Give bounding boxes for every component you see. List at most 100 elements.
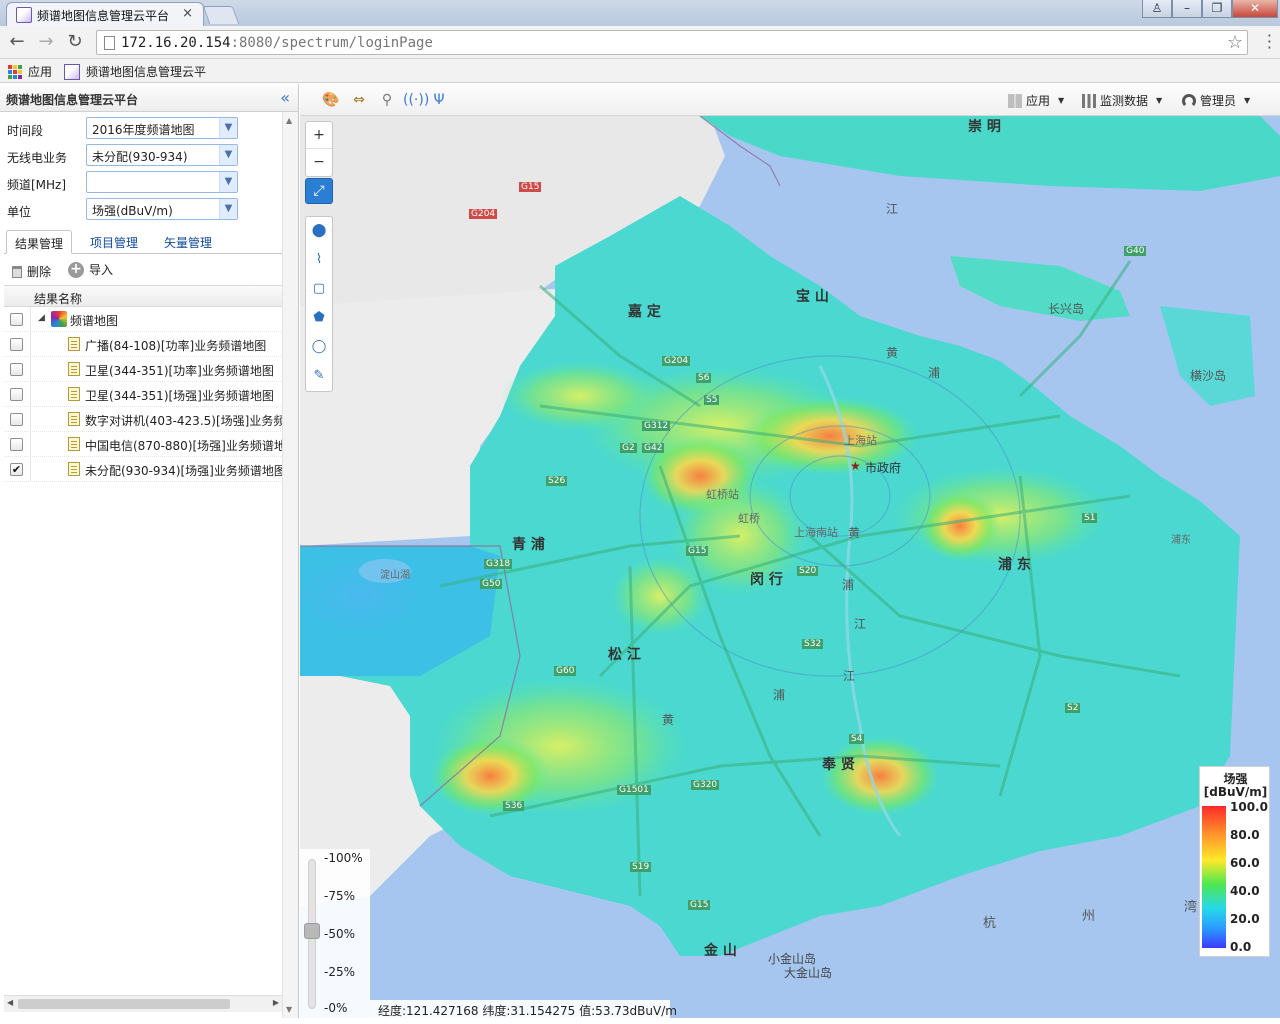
- address-bar[interactable]: 172.16.20.154:8080/spectrum/loginPage ☆: [96, 30, 1248, 55]
- browser-tab[interactable]: 频谱地图信息管理云平台 ×: [6, 2, 204, 26]
- bookmark-site[interactable]: 频谱地图信息管理云平: [64, 63, 206, 80]
- measure-icon[interactable]: ⇔: [350, 91, 368, 109]
- tree-item-label: 未分配(930-934)[场强]业务频谱地图: [85, 464, 282, 478]
- polyline-icon[interactable]: ⌇: [306, 246, 332, 275]
- apps-menu[interactable]: 应用 ▼: [1008, 92, 1064, 109]
- document-icon: [68, 462, 80, 476]
- import-button[interactable]: + 导入: [68, 261, 113, 278]
- chevron-down-icon: ▼: [1244, 96, 1251, 105]
- new-tab-button[interactable]: [202, 6, 240, 24]
- chevron-down-icon[interactable]: ▼: [219, 145, 237, 165]
- tree-root-label: 频谱地图: [70, 314, 119, 328]
- tree-item-row[interactable]: 中国电信(870-880)[场强]业务频谱地: [4, 432, 283, 457]
- search-icon[interactable]: ⚲: [378, 91, 396, 109]
- scroll-down-icon[interactable]: ▼: [286, 1005, 292, 1014]
- eraser-icon[interactable]: ✎: [306, 362, 332, 391]
- scroll-left-icon[interactable]: ◀: [7, 998, 13, 1007]
- tab-projects[interactable]: 项目管理: [82, 230, 146, 254]
- legend-value: 100.0: [1230, 800, 1268, 814]
- zoom-out-button[interactable]: −: [306, 149, 332, 176]
- legend-color-ramp: [1202, 806, 1226, 948]
- tab-close-icon[interactable]: ×: [182, 6, 193, 21]
- row-checkbox-checked[interactable]: ✔: [10, 463, 23, 476]
- row-checkbox[interactable]: [10, 413, 23, 426]
- reload-icon[interactable]: ↻: [64, 31, 86, 52]
- road-shield: S20: [797, 566, 819, 576]
- chevron-down-icon[interactable]: ▼: [219, 199, 237, 219]
- antenna-icon[interactable]: Ψ: [430, 91, 448, 109]
- row-checkbox[interactable]: [10, 313, 23, 326]
- tree-item-row[interactable]: 卫星(344-351)[功率]业务频谱地图: [4, 357, 283, 382]
- spectrum-map[interactable]: 崇 明 江 长兴岛 横沙岛 嘉 定 宝 山 青 浦 松 江 闵 行 浦 东 奉 …: [300, 116, 1280, 1018]
- filter-label: 时间段: [7, 124, 44, 138]
- signal-station-icon[interactable]: ((·)): [403, 91, 429, 109]
- road-shield: S26: [546, 476, 568, 486]
- rectangle-icon[interactable]: ▢: [306, 275, 332, 304]
- bookmark-star-icon[interactable]: ☆: [1227, 32, 1243, 53]
- scroll-thumb[interactable]: [18, 999, 230, 1009]
- delete-button[interactable]: 删除: [12, 263, 51, 280]
- back-arrow-icon[interactable]: ←: [6, 31, 28, 52]
- marker-pin-icon[interactable]: ⬤: [306, 217, 332, 246]
- scroll-up-icon[interactable]: ▲: [286, 116, 292, 125]
- period-select[interactable]: 2016年度频谱地图 ▼: [86, 117, 238, 139]
- road-shield: S4: [849, 734, 865, 744]
- tree-item-row[interactable]: 广播(84-108)[功率]业务频谱地图: [4, 332, 283, 357]
- browser-menu-icon[interactable]: · · ·: [1267, 28, 1272, 56]
- horizontal-scrollbar[interactable]: ◀ ▶: [4, 995, 283, 1012]
- close-window-button[interactable]: ✕: [1232, 0, 1278, 18]
- channel-select[interactable]: ▼: [86, 171, 238, 193]
- filter-label: 无线电业务: [7, 151, 68, 165]
- collapse-panel-icon[interactable]: «: [280, 88, 290, 107]
- tab-vectors[interactable]: 矢量管理: [156, 230, 220, 254]
- tree-root-row[interactable]: ◢ 频谱地图: [4, 307, 283, 332]
- document-icon: [68, 362, 80, 376]
- tree-item-row[interactable]: 数字对讲机(403-423.5)[场强]业务频谱: [4, 407, 283, 432]
- road-shield: G15: [519, 182, 542, 192]
- expand-toggle-icon[interactable]: ◢: [38, 313, 45, 323]
- panel-title: 频谱地图信息管理云平台: [6, 93, 139, 107]
- bar-chart-icon: [1082, 93, 1096, 108]
- opacity-handle[interactable]: [304, 923, 320, 939]
- road-shield: G318: [484, 559, 513, 569]
- service-select[interactable]: 未分配(930-934) ▼: [86, 144, 238, 166]
- restore-button[interactable]: ❐: [1202, 0, 1232, 18]
- tree-item-row[interactable]: 卫星(344-351)[场强]业务频谱地图: [4, 382, 283, 407]
- road-shield: G60: [554, 666, 577, 676]
- polygon-icon[interactable]: ⬟: [306, 304, 332, 333]
- row-checkbox[interactable]: [10, 338, 23, 351]
- circle-icon[interactable]: ◯: [306, 333, 332, 362]
- bookmark-apps[interactable]: 应用: [8, 63, 52, 80]
- panel-tabs: 结果管理 项目管理 矢量管理: [4, 226, 283, 254]
- zoom-in-button[interactable]: +: [306, 122, 332, 149]
- select-value: 未分配(930-934): [92, 150, 188, 164]
- admin-menu[interactable]: 管理员 ▼: [1182, 92, 1250, 109]
- document-icon: [68, 437, 80, 451]
- unit-select[interactable]: 场强(dBuV/m) ▼: [86, 198, 238, 220]
- forward-arrow-icon[interactable]: →: [35, 31, 57, 52]
- vertical-scrollbar[interactable]: ▲ ▼: [282, 112, 298, 1018]
- palette-icon[interactable]: 🎨: [322, 91, 340, 109]
- user-icon[interactable]: ♙: [1142, 0, 1172, 18]
- panel-header: 频谱地图信息管理云平台 «: [0, 84, 298, 112]
- scroll-right-icon[interactable]: ▶: [273, 998, 279, 1007]
- bookmark-site-label: 频谱地图信息管理云平: [86, 65, 207, 79]
- row-checkbox[interactable]: [10, 438, 23, 451]
- chevron-down-icon[interactable]: ▼: [219, 172, 237, 192]
- apps-grid-icon: [8, 64, 22, 79]
- road-shield: G15: [688, 900, 711, 910]
- chevron-down-icon[interactable]: ▼: [219, 118, 237, 138]
- tab-results[interactable]: 结果管理: [6, 230, 73, 254]
- chevron-down-icon: ▼: [1156, 96, 1163, 105]
- full-extent-icon[interactable]: ⤢: [305, 178, 333, 204]
- select-value: 2016年度频谱地图: [92, 123, 195, 137]
- minimize-button[interactable]: –: [1172, 0, 1202, 18]
- opacity-slider[interactable]: -100% -75% -50% -25% -0%: [300, 849, 370, 1018]
- monitor-data-menu[interactable]: 监测数据 ▼: [1082, 92, 1162, 109]
- row-checkbox[interactable]: [10, 388, 23, 401]
- tree-item-row[interactable]: ✔ 未分配(930-934)[场强]业务频谱地图: [4, 457, 283, 482]
- row-checkbox[interactable]: [10, 363, 23, 376]
- add-icon: +: [68, 261, 84, 278]
- site-favicon-icon: [16, 7, 32, 23]
- road-shield: G15: [686, 546, 709, 556]
